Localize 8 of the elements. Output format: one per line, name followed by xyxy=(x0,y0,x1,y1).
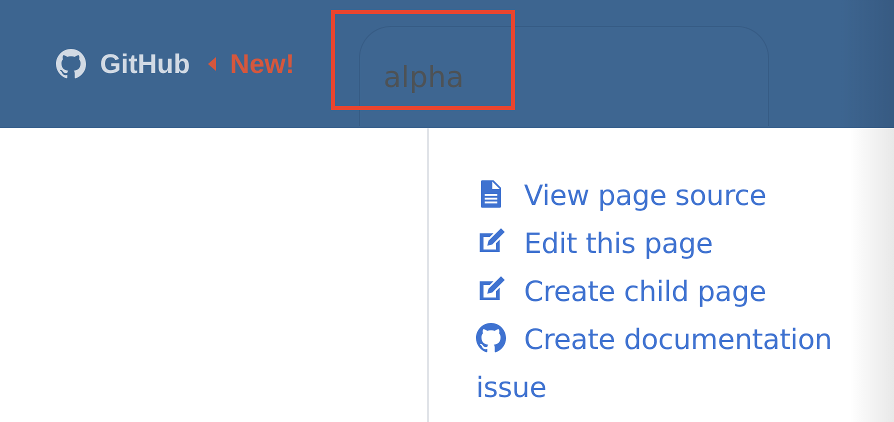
sidebar-link[interactable]: View page source xyxy=(476,172,866,220)
sidebar-link[interactable]: Create child page xyxy=(476,268,866,316)
caret-icon xyxy=(208,57,216,71)
github-link[interactable]: GitHub xyxy=(56,48,190,80)
sidebar-link[interactable]: Create documentation issue xyxy=(476,316,866,412)
github-icon xyxy=(56,49,86,79)
sidebar-link[interactable]: Edit this page xyxy=(476,220,866,268)
github-icon xyxy=(476,323,506,353)
